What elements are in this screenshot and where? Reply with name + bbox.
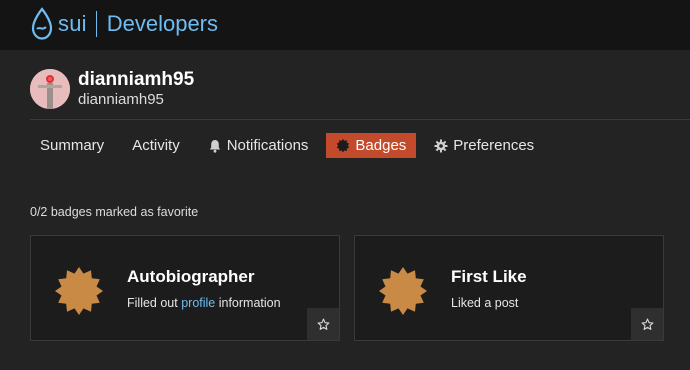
sui-drop-icon [31, 7, 53, 40]
logo-separator [95, 11, 97, 37]
badge-description: Liked a post [451, 296, 519, 310]
tab-notifications[interactable]: Notifications [198, 133, 319, 158]
site-logo[interactable]: sui Developers [30, 6, 218, 42]
profile-username: dianniamh95 [78, 69, 195, 90]
badge-title[interactable]: First Like [451, 267, 527, 287]
avatar[interactable] [30, 69, 70, 109]
favorite-star-button[interactable] [307, 308, 339, 340]
profile-link[interactable]: profile [181, 296, 215, 310]
star-icon [641, 318, 653, 330]
gear-icon [434, 139, 448, 152]
tab-notifications-label: Notifications [226, 137, 309, 154]
badge-description-text: Filled out [127, 296, 182, 310]
badge-icon [337, 138, 350, 152]
top-header: sui Developers [0, 0, 690, 50]
section-name: Developers [106, 11, 219, 36]
favorite-badges-count: 0/2 badges marked as favorite [30, 205, 199, 219]
brand-name: sui [58, 11, 87, 36]
badge-card-autobiographer[interactable]: Autobiographer Filled out profile inform… [30, 235, 340, 341]
user-nav: Summary Activity Notifications Badges Pr… [30, 133, 552, 158]
tab-summary-label: Summary [40, 137, 105, 154]
tab-badges[interactable]: Badges [326, 133, 417, 158]
profile-handle: dianniamh95 [78, 91, 164, 108]
bronze-badge-icon [55, 267, 103, 315]
badge-description-text-end: information [215, 296, 281, 310]
favorite-star-button[interactable] [631, 308, 663, 340]
tab-preferences[interactable]: Preferences [424, 133, 544, 158]
tab-preferences-label: Preferences [453, 137, 535, 154]
bell-icon [209, 139, 220, 153]
tab-activity[interactable]: Activity [122, 133, 190, 158]
tab-badges-label: Badges [355, 137, 407, 154]
badge-title[interactable]: Autobiographer [127, 267, 255, 287]
star-icon [317, 318, 329, 330]
tab-summary[interactable]: Summary [30, 133, 114, 158]
user-avatar-icon [30, 69, 70, 109]
profile-divider [30, 119, 690, 120]
bronze-badge-icon [379, 267, 427, 315]
badge-card-first-like[interactable]: First Like Liked a post [354, 235, 664, 341]
badge-description: Filled out profile information [127, 296, 281, 310]
tab-activity-label: Activity [132, 137, 180, 154]
